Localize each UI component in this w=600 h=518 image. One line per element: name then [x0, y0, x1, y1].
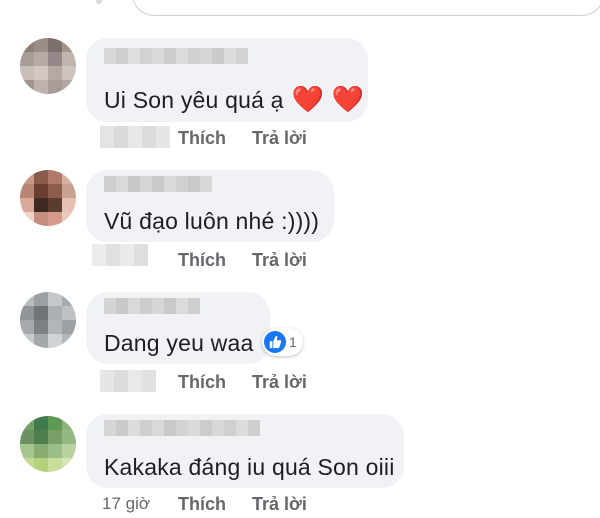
- avatar[interactable]: [20, 38, 76, 94]
- reply-link[interactable]: Trả lời: [252, 128, 307, 149]
- comment-time[interactable]: 17 giờ: [102, 494, 150, 514]
- comment-time-blurred: [100, 126, 170, 148]
- reply-link[interactable]: Trả lời: [252, 372, 307, 393]
- like-link[interactable]: Thích: [178, 250, 226, 271]
- like-link[interactable]: Thích: [178, 372, 226, 393]
- avatar[interactable]: [20, 416, 76, 472]
- comment-time-blurred: [92, 244, 148, 266]
- reaction-badge[interactable]: 1: [262, 328, 303, 356]
- reply-link[interactable]: Trả lời: [252, 250, 307, 271]
- commenter-name-blurred[interactable]: [104, 48, 248, 64]
- top-edge-mark: [96, 0, 102, 4]
- comment-text: Ui Son yêu quá ạ ❤️ ❤️: [104, 84, 365, 114]
- reply-link[interactable]: Trả lời: [252, 494, 307, 515]
- avatar[interactable]: [20, 170, 76, 226]
- commenter-name-blurred[interactable]: [104, 298, 200, 314]
- heart-icon: ❤️ ❤️: [291, 84, 365, 114]
- comment-text: Vũ đạo luôn nhé :)))): [104, 208, 320, 234]
- commenter-name-blurred[interactable]: [104, 420, 260, 436]
- like-link[interactable]: Thích: [178, 128, 226, 149]
- like-link[interactable]: Thích: [178, 494, 226, 515]
- comment-text: Kakaka đáng iu quá Son oiii: [104, 454, 395, 480]
- avatar[interactable]: [20, 292, 76, 348]
- comment-time-blurred: [100, 370, 156, 392]
- comment-text: Dang yeu waa: [104, 330, 254, 356]
- commenter-name-blurred[interactable]: [104, 176, 212, 192]
- thumbs-up-icon: [264, 331, 286, 353]
- reaction-count: 1: [289, 334, 297, 350]
- comment-input[interactable]: [132, 0, 600, 16]
